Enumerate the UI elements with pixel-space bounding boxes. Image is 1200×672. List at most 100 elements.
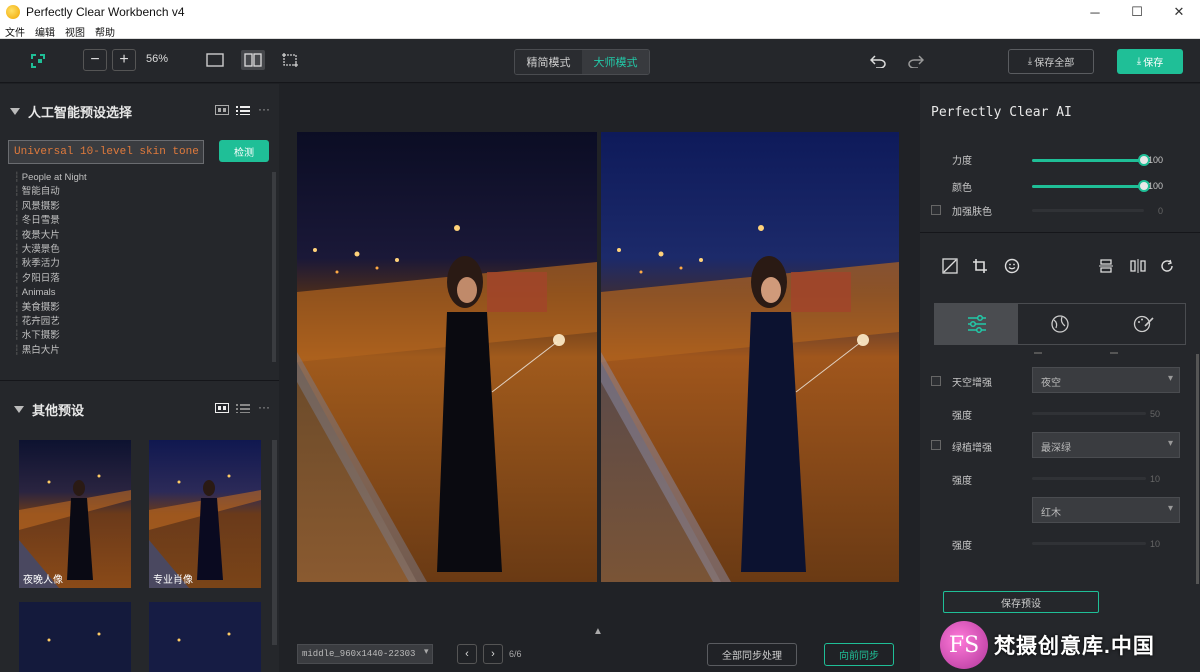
preset-thumbnail[interactable]: [149, 602, 261, 672]
window-controls: ─ ☐ ✕: [1074, 0, 1200, 24]
curves-icon[interactable]: [942, 258, 958, 277]
tree-item[interactable]: 秋季活力: [14, 257, 269, 271]
sky-select[interactable]: 夜空: [1032, 367, 1180, 393]
section-divider: [920, 232, 1200, 233]
tree-item[interactable]: 夕阳日落: [14, 272, 269, 286]
before-image[interactable]: [297, 132, 597, 582]
sky-checkbox[interactable]: [931, 376, 941, 386]
preset-thumbnail[interactable]: [19, 602, 131, 672]
filename-dropdown-icon[interactable]: ▾: [424, 646, 429, 657]
watermark-text: 梵摄创意库.中国: [994, 635, 1155, 658]
grid-view-icon[interactable]: [215, 105, 229, 115]
detect-button[interactable]: 检测: [219, 140, 269, 162]
sliders-tab[interactable]: [935, 304, 1019, 344]
zoom-level: 56%: [146, 53, 169, 65]
tree-scrollbar[interactable]: [272, 172, 276, 362]
menu-file[interactable]: 文件: [0, 24, 30, 39]
preset-search-input[interactable]: Universal 10-level skin tone: [8, 140, 204, 164]
sync-all-button[interactable]: 全部同步处理: [707, 643, 797, 666]
zoom-in-button[interactable]: +: [112, 49, 136, 71]
prev-image-button[interactable]: ‹: [457, 644, 477, 664]
green-checkbox[interactable]: [931, 440, 941, 450]
tree-item[interactable]: 风景摄影: [14, 200, 269, 214]
minimize-button[interactable]: ─: [1074, 0, 1116, 24]
zoom-out-button[interactable]: −: [83, 49, 107, 71]
watermark-logo: FS: [940, 621, 988, 669]
sky-strength-slider[interactable]: [1032, 412, 1146, 415]
more-options-icon[interactable]: ···: [258, 102, 270, 116]
rotate-icon[interactable]: [1160, 259, 1176, 276]
adjustments-scrollbar[interactable]: [1196, 354, 1199, 584]
strength-label: 力度: [952, 156, 972, 167]
save-all-button[interactable]: ⤓ 保存全部: [1008, 49, 1094, 74]
section-divider: [0, 380, 279, 381]
tree-item[interactable]: Animals: [14, 286, 269, 300]
other-preset-section-title: 其他预设: [32, 403, 85, 418]
face-retouch-icon[interactable]: [1004, 258, 1020, 277]
preset-thumbnail[interactable]: 夜晚人像: [19, 440, 131, 588]
crop-view-icon[interactable]: [280, 51, 300, 69]
green-select[interactable]: 最深绿: [1032, 432, 1180, 458]
presets-panel: 人工智能预设选择 ··· Universal 10-level skin ton…: [0, 84, 279, 672]
list-view-icon[interactable]: [236, 403, 250, 413]
menu-view[interactable]: 视图: [60, 24, 90, 39]
other-preset-section-header[interactable]: 其他预设: [14, 400, 84, 419]
next-image-button[interactable]: ›: [483, 644, 503, 664]
single-view-icon[interactable]: [206, 52, 224, 68]
redo-icon[interactable]: [906, 51, 926, 71]
save-button[interactable]: ⤓ 保存: [1117, 49, 1183, 74]
filename-select[interactable]: middle_960x1440-22303: [297, 644, 433, 664]
thumbnails-scrollbar[interactable]: [272, 440, 277, 645]
save-label: 保存: [1143, 58, 1164, 69]
wood-strength-slider[interactable]: [1032, 542, 1146, 545]
green-label: 绿植增强: [952, 443, 992, 454]
tree-item[interactable]: 花卉园艺: [14, 315, 269, 329]
green-strength-slider[interactable]: [1032, 477, 1146, 480]
tree-item[interactable]: 夜景大片: [14, 229, 269, 243]
split-view-icon[interactable]: [241, 50, 265, 70]
crop-icon[interactable]: [972, 258, 988, 277]
more-options-icon[interactable]: ···: [258, 400, 270, 414]
master-mode-tab[interactable]: 大师模式: [582, 50, 649, 74]
creative-tab[interactable]: [1102, 304, 1185, 344]
tree-item[interactable]: 智能自动: [14, 185, 269, 199]
wood-select[interactable]: 红木: [1032, 497, 1180, 523]
globe-tab[interactable]: [1018, 304, 1101, 344]
sync-forward-button[interactable]: 向前同步: [824, 643, 894, 666]
sky-strength-label: 强度: [952, 411, 972, 422]
close-button[interactable]: ✕: [1158, 0, 1200, 24]
image-canvas: ▲ middle_960x1440-22303 ▾ ‹ › 6/6 全部同步处理…: [279, 84, 920, 672]
thumbnail-image: [149, 440, 261, 588]
color-slider[interactable]: [1032, 180, 1150, 192]
list-view-icon[interactable]: [236, 105, 250, 115]
grid-view-icon[interactable]: [215, 403, 229, 413]
after-image[interactable]: [601, 132, 899, 582]
undo-icon[interactable]: [868, 51, 888, 71]
tree-item[interactable]: 大漠景色: [14, 243, 269, 257]
sky-strength-value: 50: [1150, 409, 1161, 419]
tree-item[interactable]: 美食摄影: [14, 301, 269, 315]
tree-item[interactable]: 冬日雪景: [14, 214, 269, 228]
tree-item[interactable]: 水下摄影: [14, 329, 269, 343]
tree-item[interactable]: 黑白大片: [14, 344, 269, 358]
menu-help[interactable]: 帮助: [90, 24, 120, 39]
mode-switch: 精简模式 大师模式: [514, 49, 650, 75]
preset-thumbnail[interactable]: 专业肖像: [149, 440, 261, 588]
skin-checkbox[interactable]: [931, 205, 941, 215]
flip-horizontal-icon[interactable]: [1130, 259, 1146, 276]
expand-filmstrip-icon[interactable]: ▲: [593, 626, 603, 637]
flip-vertical-icon[interactable]: [1098, 259, 1114, 276]
menu-edit[interactable]: 编辑: [30, 24, 60, 39]
ai-preset-section-header[interactable]: 人工智能预设选择: [10, 102, 132, 121]
panel-title: Perfectly Clear AI: [931, 105, 1072, 120]
tree-item[interactable]: People at Night: [14, 171, 269, 185]
maximize-button[interactable]: ☐: [1116, 0, 1158, 24]
ai-preset-section-title: 人工智能预设选择: [28, 105, 133, 120]
color-value: 100: [1148, 181, 1164, 191]
skin-slider[interactable]: [1032, 209, 1144, 212]
simple-mode-tab[interactable]: 精简模式: [515, 50, 582, 74]
save-preset-button[interactable]: 保存预设: [943, 591, 1099, 613]
collapse-triangle-icon: [10, 108, 20, 115]
strength-value: 100: [1148, 155, 1164, 165]
strength-slider[interactable]: [1032, 154, 1150, 166]
